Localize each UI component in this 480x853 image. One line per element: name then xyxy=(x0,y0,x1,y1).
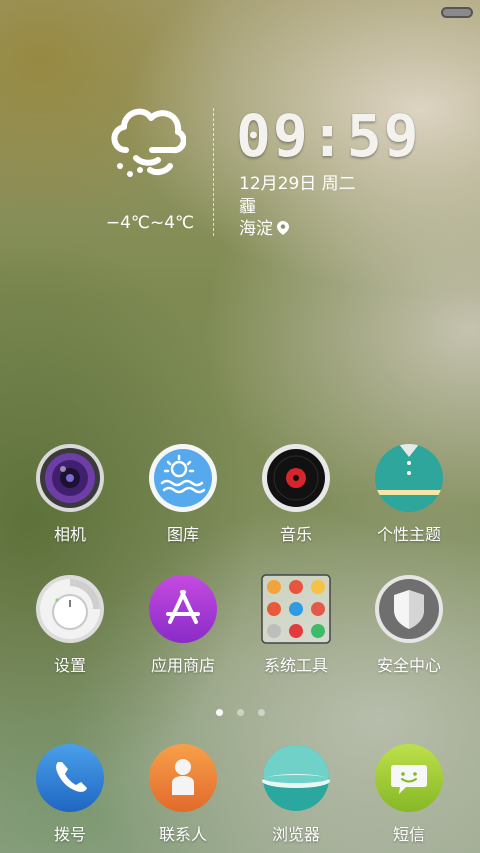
app-camera[interactable]: 相机 xyxy=(15,443,125,545)
theme-icon xyxy=(374,443,444,513)
phone-icon xyxy=(35,743,105,813)
app-theme[interactable]: 个性主题 xyxy=(354,443,464,545)
app-contacts[interactable]: 联系人 xyxy=(128,743,238,845)
clock-time[interactable]: 09:59 xyxy=(236,106,421,166)
app-label: 浏览器 xyxy=(271,825,320,844)
messages-icon xyxy=(374,743,444,813)
gallery-icon xyxy=(148,443,218,513)
app-label: 联系人 xyxy=(158,825,207,844)
app-label: 拨号 xyxy=(53,825,86,844)
app-label: 个性主题 xyxy=(376,525,441,544)
page-dot[interactable] xyxy=(215,709,223,716)
app-phone[interactable]: 拨号 xyxy=(15,743,125,845)
app-label: 短信 xyxy=(392,825,425,844)
app-label: 应用商店 xyxy=(150,656,215,675)
page-indicator[interactable] xyxy=(0,701,480,720)
app-label: 设置 xyxy=(53,656,86,675)
folder-system-tools[interactable]: 系统工具 xyxy=(241,574,351,676)
app-settings[interactable]: 设置 xyxy=(15,574,125,676)
app-browser[interactable]: 浏览器 xyxy=(241,743,351,845)
security-center-icon xyxy=(374,574,444,644)
app-label: 系统工具 xyxy=(263,656,328,675)
app-security-center[interactable]: 安全中心 xyxy=(354,574,464,676)
app-label: 图库 xyxy=(166,525,199,544)
page-dot[interactable] xyxy=(236,709,244,716)
location-row[interactable]: 海淀 xyxy=(239,214,289,239)
app-music[interactable]: 音乐 xyxy=(241,443,351,545)
clock-date: 12月29日 周二 xyxy=(239,174,356,194)
music-icon xyxy=(261,443,331,513)
page-dot[interactable] xyxy=(257,709,265,716)
app-label: 安全中心 xyxy=(376,656,441,675)
location-pin-icon xyxy=(277,221,289,235)
settings-icon xyxy=(35,574,105,644)
weather-widget[interactable]: −4℃~4℃ xyxy=(100,100,200,240)
battery-icon xyxy=(441,7,473,18)
app-messages[interactable]: 短信 xyxy=(354,743,464,845)
app-store[interactable]: 应用商店 xyxy=(128,574,238,676)
system-tools-folder-icon xyxy=(261,574,331,644)
camera-icon xyxy=(35,443,105,513)
contacts-icon xyxy=(148,743,218,813)
app-store-icon xyxy=(148,574,218,644)
app-label: 相机 xyxy=(53,525,86,544)
app-gallery[interactable]: 图库 xyxy=(128,443,238,545)
browser-icon xyxy=(261,743,331,813)
app-label: 音乐 xyxy=(279,525,312,544)
widget-divider xyxy=(213,108,214,236)
cloud-haze-icon xyxy=(111,108,186,177)
location-name: 海淀 xyxy=(239,219,273,239)
temperature-range: −4℃~4℃ xyxy=(105,213,195,233)
